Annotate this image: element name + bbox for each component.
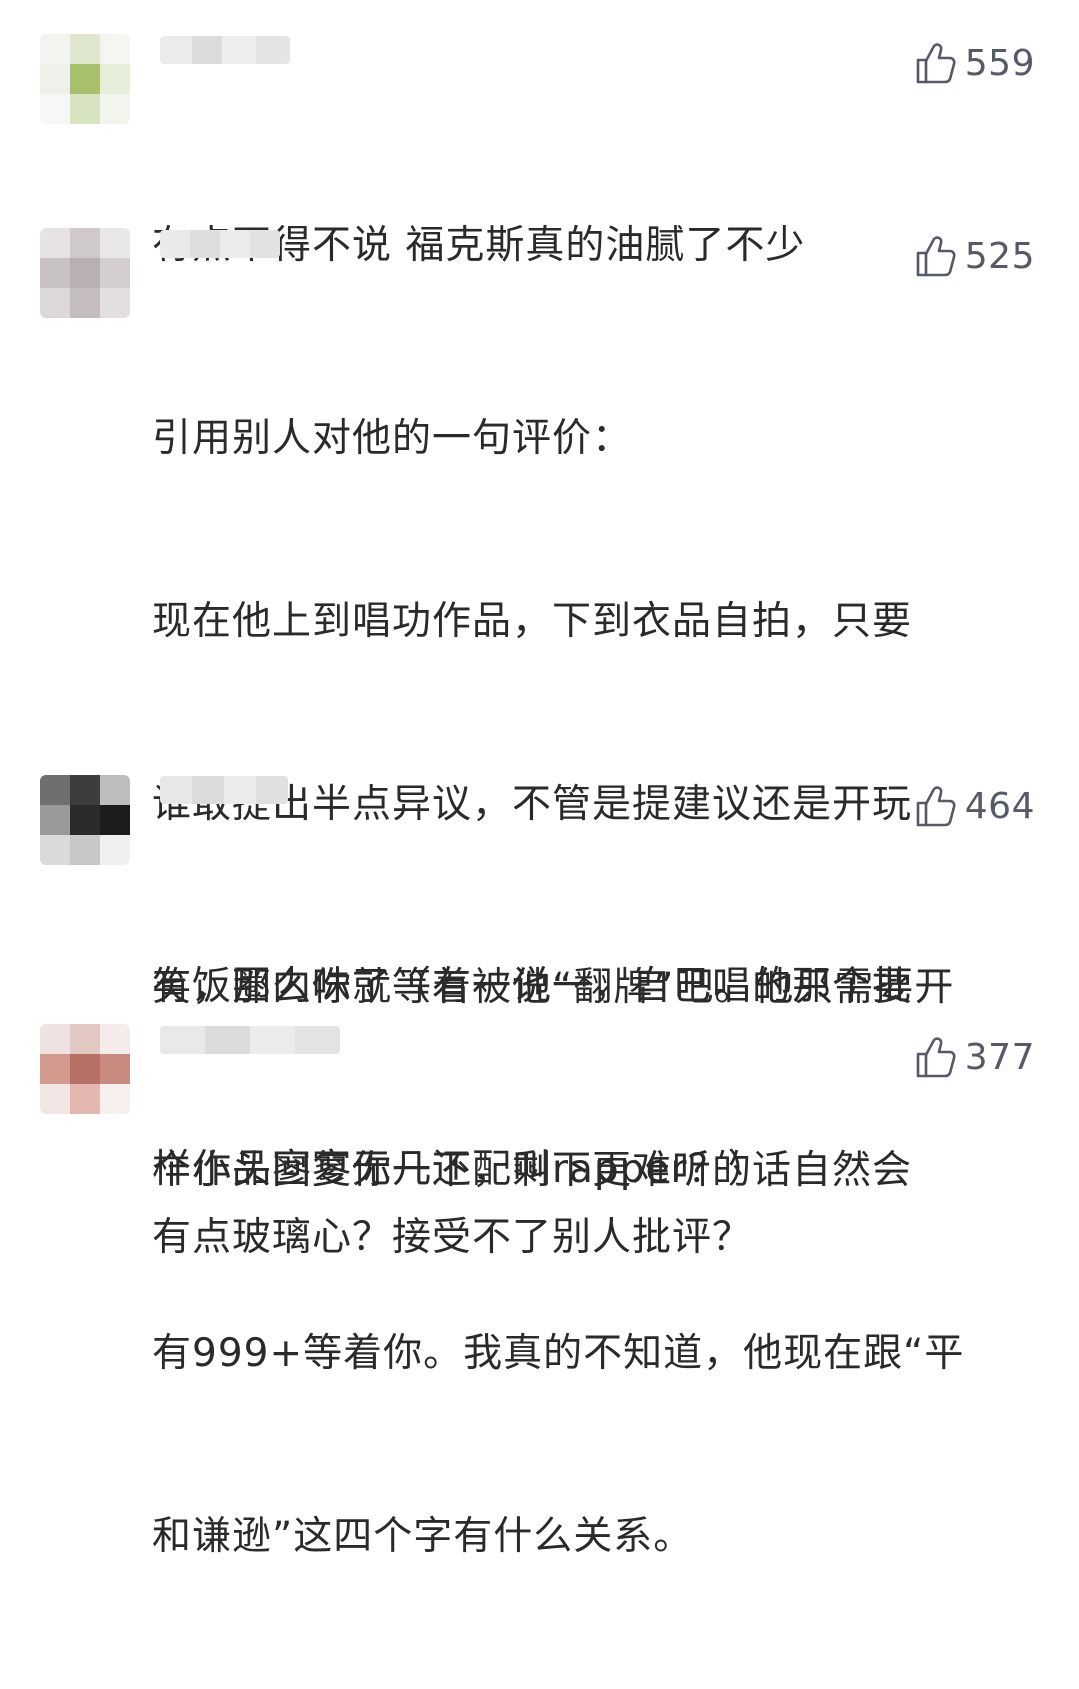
username-blurred[interactable] [160,776,288,804]
avatar[interactable] [40,775,130,865]
avatar[interactable] [40,1024,130,1114]
comment-text: 有点玻璃心？接受不了别人批评？ [152,1085,1032,1390]
like-count: 377 [964,1036,1035,1078]
thumbs-up-icon [916,786,956,827]
thumbs-up-icon [916,43,956,84]
comment-line: 有点不得不说 福克斯真的油腻了不少 [152,223,806,268]
thumbs-up-icon [916,236,956,277]
username-blurred[interactable] [160,1026,340,1054]
like-button[interactable]: 525 [915,231,1035,281]
like-count: 525 [964,235,1035,277]
like-count: 464 [964,785,1035,827]
comment-line: 和谦逊”这四个字有什么关系。 [152,1514,694,1559]
like-button[interactable]: 464 [915,781,1035,831]
comment-line: 有饭圈内味了（有一说一，自己唱的那个批 [152,964,913,1009]
comment-line: 现在他上到唱功作品，下到衣品自拍，只要 [152,599,913,644]
like-count: 559 [964,42,1035,84]
like-button[interactable]: 559 [915,38,1035,88]
avatar[interactable] [40,228,130,318]
thumbs-up-icon [916,1037,956,1078]
username-blurred[interactable] [160,36,290,64]
username-blurred[interactable] [160,230,280,258]
comment-line: 有点玻璃心？接受不了别人批评？ [152,1215,753,1260]
like-button[interactable]: 377 [915,1032,1035,1082]
comment-line: 引用别人对他的一句评价： [152,416,633,461]
avatar[interactable] [40,34,130,124]
